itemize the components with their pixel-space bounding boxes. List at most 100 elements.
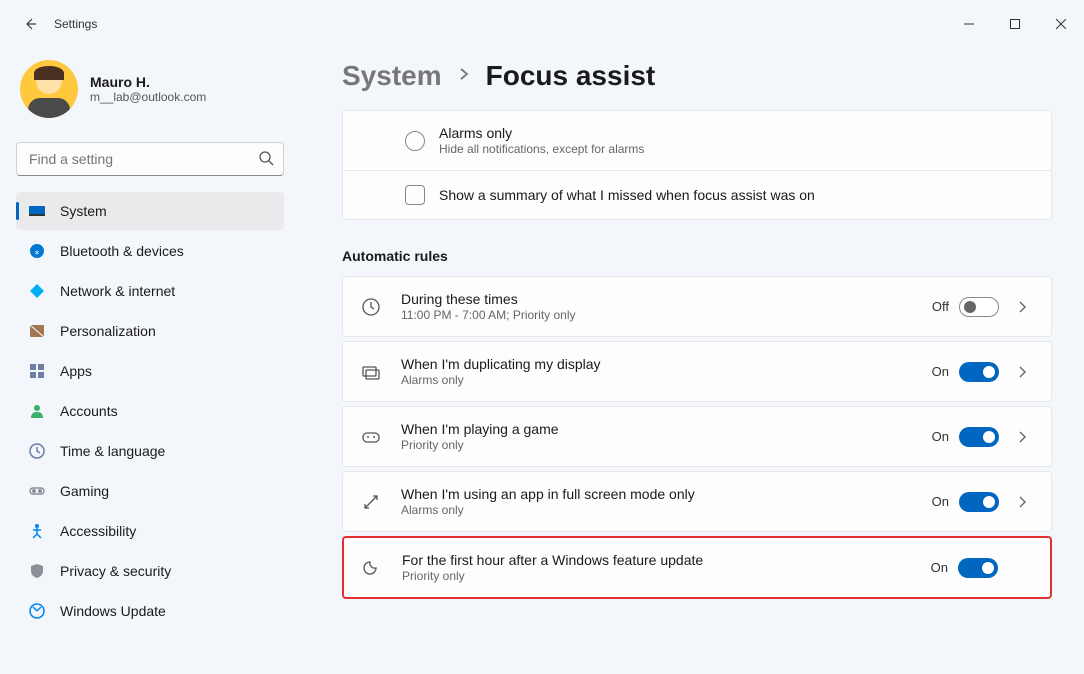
toggle-switch[interactable] (958, 558, 998, 578)
rule-sub: Priority only (402, 569, 931, 583)
option-sub: Hide all notifications, except for alarm… (439, 142, 1033, 156)
minimize-icon (964, 19, 974, 29)
sidebar-item-label: Bluetooth & devices (60, 243, 184, 259)
rule-icon (361, 427, 381, 447)
sidebar-item-time-language[interactable]: Time & language (16, 432, 284, 470)
nav-icon (28, 522, 46, 540)
window-controls (946, 8, 1084, 40)
breadcrumb-current: Focus assist (486, 60, 656, 92)
sidebar-item-accounts[interactable]: Accounts (16, 392, 284, 430)
sidebar-item-gaming[interactable]: Gaming (16, 472, 284, 510)
sidebar-item-network-internet[interactable]: Network & internet (16, 272, 284, 310)
nav-icon (28, 602, 46, 620)
rule-icon (362, 558, 382, 578)
rule-title: For the first hour after a Windows featu… (402, 552, 931, 568)
option-summary-row[interactable]: Show a summary of what I missed when foc… (343, 171, 1051, 219)
rule-row[interactable]: For the first hour after a Windows featu… (342, 536, 1052, 599)
rule-row[interactable]: When I'm duplicating my displayAlarms on… (342, 341, 1052, 402)
toggle-switch[interactable] (959, 492, 999, 512)
close-icon (1056, 19, 1066, 29)
user-email: m__lab@outlook.com (90, 90, 206, 104)
sidebar-item-label: Gaming (60, 483, 109, 499)
sidebar: Mauro H. m__lab@outlook.com System ⁎ Bluet… (0, 48, 300, 674)
option-title: Alarms only (439, 125, 1033, 141)
rule-sub: 11:00 PM - 7:00 AM; Priority only (401, 308, 932, 322)
focus-options-card: Alarms only Hide all notifications, exce… (342, 110, 1052, 220)
main-content: System Focus assist Alarms only Hide all… (300, 48, 1084, 674)
chevron-right-icon (1011, 365, 1033, 379)
rule-state-label: On (931, 560, 948, 575)
rule-sub: Alarms only (401, 503, 932, 517)
rule-sub: Priority only (401, 438, 932, 452)
toggle-switch[interactable] (959, 362, 999, 382)
rule-title: During these times (401, 291, 932, 307)
nav-icon (28, 562, 46, 580)
sidebar-item-label: Windows Update (60, 603, 166, 619)
chevron-right-icon (1011, 495, 1033, 509)
maximize-button[interactable] (992, 8, 1038, 40)
rule-state-label: Off (932, 299, 949, 314)
nav-list: System ⁎ Bluetooth & devices Network & inte… (16, 192, 284, 630)
sidebar-item-label: Accessibility (60, 523, 136, 539)
sidebar-item-system[interactable]: System (16, 192, 284, 230)
minimize-button[interactable] (946, 8, 992, 40)
app-title: Settings (54, 17, 97, 31)
option-alarms-only[interactable]: Alarms only Hide all notifications, exce… (343, 111, 1051, 171)
toggle-switch[interactable] (959, 427, 999, 447)
sidebar-item-bluetooth-devices[interactable]: ⁎ Bluetooth & devices (16, 232, 284, 270)
nav-icon (28, 282, 46, 300)
avatar (20, 60, 78, 118)
rule-title: When I'm playing a game (401, 421, 932, 437)
toggle-switch[interactable] (959, 297, 999, 317)
option-title: Show a summary of what I missed when foc… (439, 187, 1033, 203)
breadcrumb-parent[interactable]: System (342, 60, 442, 92)
nav-icon (28, 482, 46, 500)
close-button[interactable] (1038, 8, 1084, 40)
sidebar-item-label: Privacy & security (60, 563, 171, 579)
rule-row[interactable]: During these times11:00 PM - 7:00 AM; Pr… (342, 276, 1052, 337)
sidebar-item-apps[interactable]: Apps (16, 352, 284, 390)
sidebar-item-label: System (60, 203, 107, 219)
sidebar-item-label: Network & internet (60, 283, 175, 299)
nav-icon (28, 362, 46, 380)
rule-icon (361, 492, 381, 512)
back-button[interactable] (12, 6, 48, 42)
svg-text:⁎: ⁎ (35, 246, 40, 256)
sidebar-item-privacy-security[interactable]: Privacy & security (16, 552, 284, 590)
sidebar-item-accessibility[interactable]: Accessibility (16, 512, 284, 550)
sidebar-item-label: Time & language (60, 443, 165, 459)
user-name: Mauro H. (90, 74, 206, 90)
nav-icon (28, 442, 46, 460)
chevron-right-icon (1011, 430, 1033, 444)
sidebar-item-personalization[interactable]: Personalization (16, 312, 284, 350)
rule-icon (361, 362, 381, 382)
radio-icon[interactable] (405, 131, 425, 151)
rule-title: When I'm using an app in full screen mod… (401, 486, 932, 502)
rule-state-label: On (932, 364, 949, 379)
nav-icon (28, 402, 46, 420)
checkbox-icon[interactable] (405, 185, 425, 205)
rule-state-label: On (932, 494, 949, 509)
section-header: Automatic rules (342, 248, 1052, 264)
rule-row[interactable]: When I'm using an app in full screen mod… (342, 471, 1052, 532)
user-card[interactable]: Mauro H. m__lab@outlook.com (16, 56, 284, 134)
search-input[interactable] (16, 142, 284, 176)
maximize-icon (1010, 19, 1020, 29)
sidebar-item-label: Apps (60, 363, 92, 379)
sidebar-item-label: Accounts (60, 403, 118, 419)
nav-icon (28, 202, 46, 220)
titlebar: Settings (0, 0, 1084, 48)
rule-title: When I'm duplicating my display (401, 356, 932, 372)
chevron-right-icon (1011, 300, 1033, 314)
sidebar-item-windows-update[interactable]: Windows Update (16, 592, 284, 630)
back-arrow-icon (22, 16, 38, 32)
chevron-right-icon (458, 66, 470, 87)
nav-icon (28, 322, 46, 340)
sidebar-item-label: Personalization (60, 323, 156, 339)
rule-state-label: On (932, 429, 949, 444)
nav-icon: ⁎ (28, 242, 46, 260)
rule-icon (361, 297, 381, 317)
rule-sub: Alarms only (401, 373, 932, 387)
search-icon (258, 150, 274, 171)
rule-row[interactable]: When I'm playing a gamePriority onlyOn (342, 406, 1052, 467)
